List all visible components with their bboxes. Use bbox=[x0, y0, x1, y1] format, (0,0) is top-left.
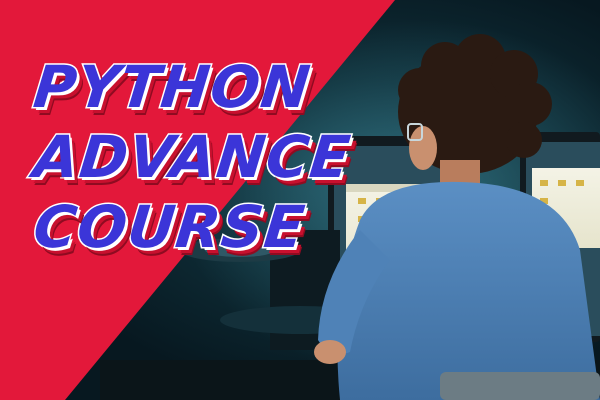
title-line-course: COURSE bbox=[29, 192, 310, 263]
course-title: PYTHON ADVANCE COURSE bbox=[29, 52, 356, 263]
title-line-advance: ADVANCE bbox=[29, 122, 356, 193]
course-thumbnail: PYTHON ADVANCE COURSE bbox=[0, 0, 600, 400]
title-line-python: PYTHON bbox=[29, 52, 316, 123]
chair-back bbox=[440, 372, 600, 400]
